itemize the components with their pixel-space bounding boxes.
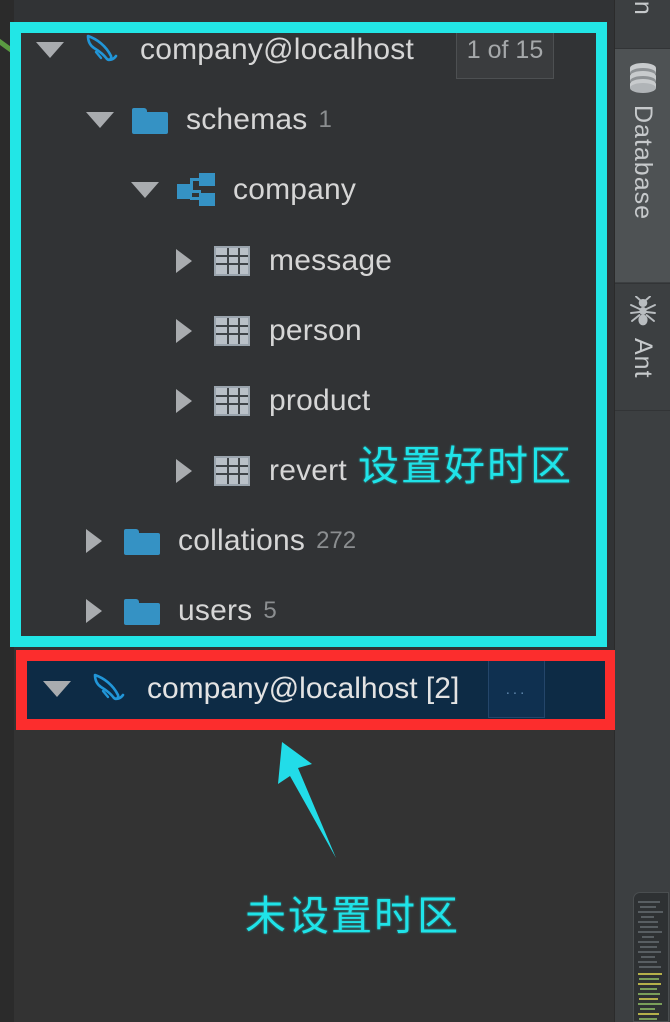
editor-minimap[interactable]: [633, 892, 669, 1022]
tree-row-schemas[interactable]: schemas 1: [86, 97, 332, 143]
tree-node-label: collations: [178, 524, 306, 557]
tree-row-table-message[interactable]: message: [176, 238, 392, 284]
tree-node-label: message: [269, 244, 393, 277]
tree-row-collations[interactable]: collations 272: [86, 518, 356, 564]
tree-node-label: person: [269, 314, 362, 347]
chevron-down-icon[interactable]: [43, 681, 71, 697]
table-icon: [214, 316, 250, 346]
table-icon: [214, 386, 250, 416]
folder-icon: [132, 106, 168, 134]
tool-strip-divider: [615, 410, 670, 411]
tree-node-count: 5: [263, 597, 277, 624]
more-options-button[interactable]: ...: [488, 660, 545, 718]
tree-node-count: 1: [318, 106, 332, 133]
chevron-down-icon[interactable]: [36, 42, 64, 58]
connection-count-badge: 1 of 15: [456, 22, 554, 79]
tool-window-bar: en Database Ant: [615, 0, 670, 1022]
chevron-right-icon[interactable]: [176, 459, 192, 483]
selected-connection-label: company@localhost [2]: [147, 672, 460, 705]
annotation-arrow-icon: [278, 742, 336, 858]
chevron-right-icon[interactable]: [86, 599, 102, 623]
connection-label: company@localhost: [140, 33, 414, 66]
tree-node-label: revert: [269, 454, 347, 487]
schema-icon: [177, 173, 215, 207]
tree-row-table-product[interactable]: product: [176, 378, 370, 424]
database-tree-container: company@localhost 1 of 15 schemas 1 comp…: [14, 0, 615, 650]
tool-tab-label: Ant: [629, 338, 657, 379]
tree-node-label: users: [178, 594, 253, 627]
tool-tab-label: en: [629, 0, 657, 16]
chevron-down-icon[interactable]: [86, 112, 114, 128]
mysql-dolphin-icon: [93, 673, 125, 701]
database-icon: [629, 63, 656, 93]
tree-node-label: product: [269, 384, 371, 417]
ant-icon: [629, 296, 656, 326]
tree-row-company-schema[interactable]: company: [131, 167, 356, 213]
chevron-right-icon[interactable]: [86, 529, 102, 553]
table-icon: [214, 246, 250, 276]
tool-tab-maven[interactable]: en: [615, 0, 670, 46]
tree-row-table-person[interactable]: person: [176, 308, 362, 354]
table-icon: [214, 456, 250, 486]
tree-node-count: 272: [316, 527, 357, 554]
chevron-down-icon[interactable]: [131, 182, 159, 198]
chevron-right-icon[interactable]: [176, 319, 192, 343]
screenshot-root: company@localhost 1 of 15 schemas 1 comp…: [0, 0, 670, 1022]
tree-node-label: schemas: [186, 103, 308, 136]
tree-row-table-revert[interactable]: revert: [176, 448, 347, 494]
tool-tab-label: Database: [629, 105, 657, 221]
tool-tab-database[interactable]: Database: [615, 49, 670, 282]
tree-node-label: company: [233, 173, 357, 206]
folder-icon: [124, 527, 160, 555]
chevron-right-icon[interactable]: [176, 389, 192, 413]
tree-row-connection[interactable]: company@localhost: [36, 27, 414, 73]
annotation-timezone-configured: 设置好时区: [358, 442, 573, 490]
mysql-dolphin-icon: [86, 34, 118, 62]
tree-row-users[interactable]: users 5: [86, 588, 277, 634]
folder-icon: [124, 597, 160, 625]
chevron-right-icon[interactable]: [176, 249, 192, 273]
tool-tab-ant[interactable]: Ant: [615, 284, 670, 409]
annotation-timezone-not-configured: 未设置时区: [245, 892, 460, 940]
editor-left-gutter: [0, 0, 21, 1022]
